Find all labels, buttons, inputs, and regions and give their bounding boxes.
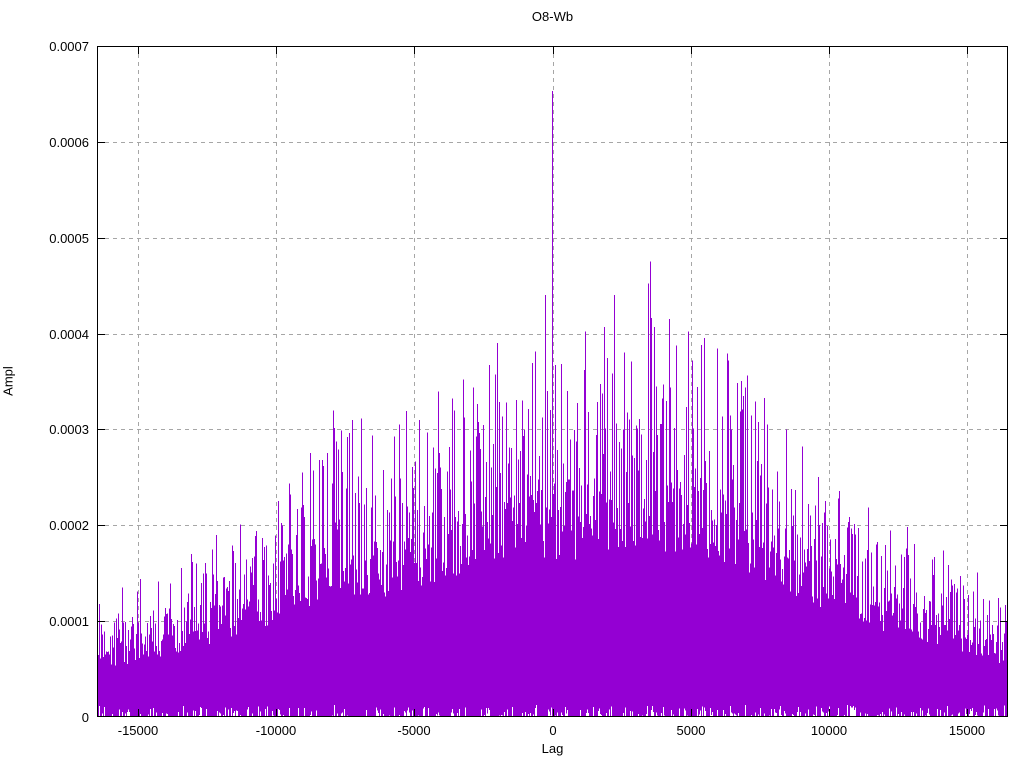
x-tick-label: 5000 xyxy=(676,723,706,738)
y-tick-label: 0.0001 xyxy=(49,614,89,629)
x-axis-label: Lag xyxy=(541,741,564,756)
x-tick-label: -10000 xyxy=(255,723,297,738)
plot-canvas xyxy=(97,46,1008,717)
y-tick-label: 0.0006 xyxy=(49,135,89,150)
y-tick-label: 0.0005 xyxy=(49,231,89,246)
y-tick-label: 0.0003 xyxy=(49,422,89,437)
y-tick-label: 0.0002 xyxy=(49,518,89,533)
y-tick-label: 0.0007 xyxy=(49,39,89,54)
x-tick-label: -5000 xyxy=(397,723,431,738)
y-axis-label: Ampl xyxy=(0,366,16,396)
gnuplot-window: O8-Wb Ampl Lag 0 0.0001 0.0002 0.0003 0.0004… xyxy=(0,0,1024,768)
plot-area xyxy=(97,46,1008,717)
y-tick-label: 0 xyxy=(81,710,89,725)
y-tick-label: 0.0004 xyxy=(49,327,89,342)
x-tick-label: 10000 xyxy=(810,723,848,738)
x-tick-label: -15000 xyxy=(117,723,159,738)
x-tick-label: 0 xyxy=(549,723,557,738)
chart-title: O8-Wb xyxy=(531,9,574,24)
x-tick-label: 15000 xyxy=(948,723,986,738)
